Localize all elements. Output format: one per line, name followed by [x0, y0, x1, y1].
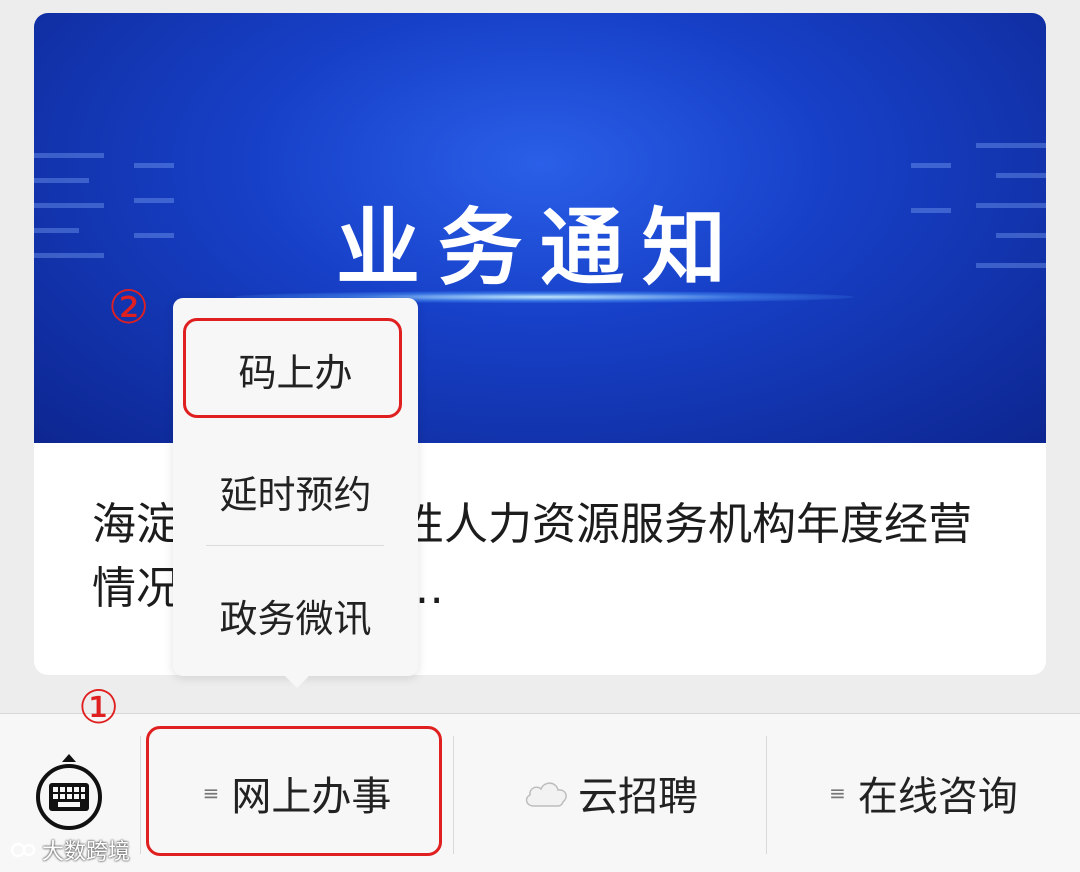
menu-item-zaixian-zixun[interactable]: ≡ 在线咨询	[767, 714, 1080, 872]
menu-item-yun-zhaopin[interactable]: 云招聘	[454, 714, 766, 872]
annotation-step-2: ②	[108, 280, 150, 334]
submenu-item-yanshi-yuyue[interactable]: 延时预约	[173, 464, 418, 519]
cloud-icon	[525, 782, 567, 807]
annotation-step-1: ①	[78, 680, 120, 734]
watermark-text: 大数跨境	[42, 840, 131, 865]
menu-item-label: 在线咨询	[857, 774, 1018, 820]
caret-up-icon	[62, 754, 76, 762]
menu-item-label: 云招聘	[578, 774, 698, 820]
highlight-box-wangshang-banshi	[146, 726, 442, 856]
keyboard-icon	[49, 783, 89, 811]
watermark-logo-icon	[10, 842, 36, 858]
keyboard-toggle-button[interactable]	[36, 754, 102, 830]
submenu-item-zhengwu-weixun[interactable]: 政务微讯	[173, 588, 418, 643]
highlight-box-mashangban	[183, 318, 402, 418]
submenu-divider	[206, 545, 384, 546]
watermark: 大数跨境	[10, 834, 130, 866]
banner-title: 业务通知	[335, 199, 744, 297]
menu-lines-icon: ≡	[829, 781, 846, 805]
